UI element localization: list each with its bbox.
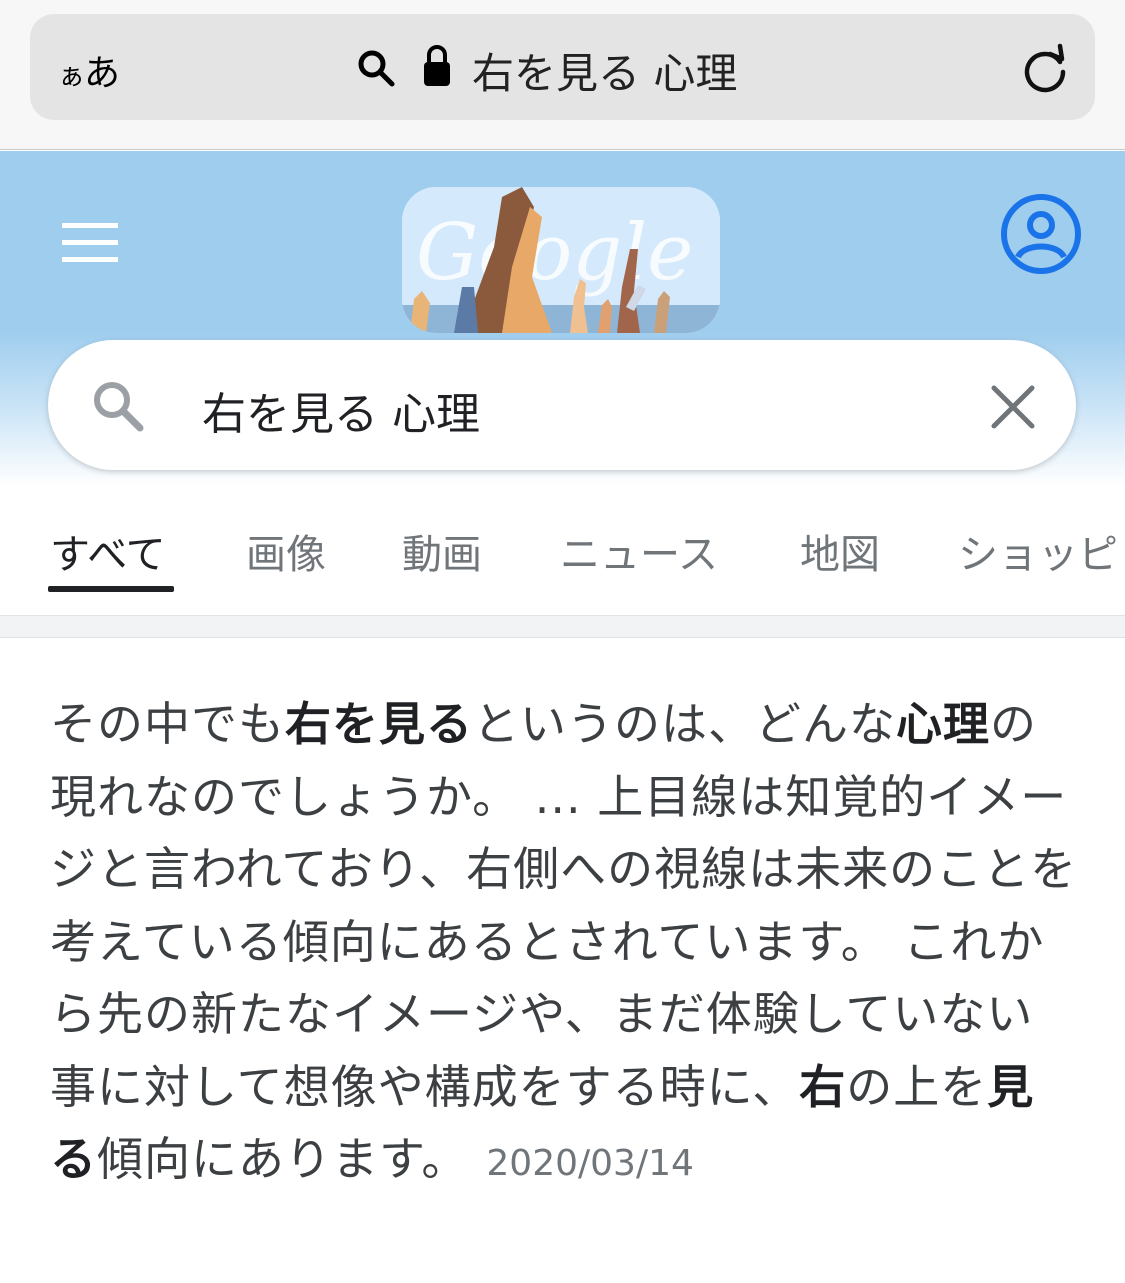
snippet-highlight: 右を見る bbox=[285, 697, 473, 751]
snippet-date: 2020/03/14 bbox=[486, 1143, 694, 1184]
text-size-button[interactable]: ぁあ bbox=[58, 44, 120, 96]
search-icon bbox=[358, 50, 395, 87]
reload-icon[interactable] bbox=[1020, 42, 1072, 94]
tab-shopping[interactable]: ショッピ bbox=[958, 522, 1118, 580]
snippet-highlight: 心理 bbox=[896, 697, 990, 751]
search-input[interactable]: 右を見る 心理 bbox=[202, 378, 480, 442]
search-icon bbox=[94, 382, 144, 432]
google-doodle[interactable]: Google bbox=[402, 187, 720, 333]
search-tabs: すべて 画像 動画 ニュース 地図 ショッピ bbox=[0, 486, 1125, 616]
account-icon[interactable] bbox=[1000, 193, 1082, 275]
snippet-highlight: 右 bbox=[799, 1059, 847, 1114]
text-size-large-label: あ bbox=[84, 53, 120, 94]
search-box[interactable]: 右を見る 心理 bbox=[48, 340, 1076, 470]
lock-icon bbox=[424, 45, 450, 86]
featured-snippet: その中でも右を見るというのは、どんな心理の現れなのでしょうか。 ... 上目線は… bbox=[50, 688, 1080, 1201]
snippet-text: の現れなのでしょうか。 ... 上目線は知覚的イメージと言われており、右側への視… bbox=[50, 697, 1078, 1114]
section-divider bbox=[0, 616, 1125, 638]
active-tab-indicator bbox=[48, 586, 174, 592]
browser-address-bar: ぁあ 右を見る 心理 bbox=[0, 0, 1125, 150]
address-text: 右を見る 心理 bbox=[472, 49, 738, 98]
clear-icon[interactable] bbox=[990, 384, 1036, 430]
snippet-text: 傾向にあります。 bbox=[97, 1132, 469, 1186]
menu-icon[interactable] bbox=[62, 223, 118, 263]
snippet-text: というのは、どんな bbox=[473, 697, 896, 751]
tab-all[interactable]: すべて bbox=[50, 522, 166, 580]
snippet-text: その中でも bbox=[50, 697, 285, 751]
tab-videos[interactable]: 動画 bbox=[402, 522, 482, 580]
snippet-text: の上を bbox=[846, 1059, 988, 1114]
tab-news[interactable]: ニュース bbox=[560, 522, 718, 580]
tab-images[interactable]: 画像 bbox=[246, 522, 326, 580]
text-size-small-label: ぁ bbox=[58, 61, 85, 92]
tab-maps[interactable]: 地図 bbox=[800, 522, 880, 580]
doodle-illustration: Google bbox=[402, 187, 720, 333]
address-field[interactable]: ぁあ 右を見る 心理 bbox=[30, 14, 1095, 120]
svg-text:Google: Google bbox=[416, 208, 693, 298]
